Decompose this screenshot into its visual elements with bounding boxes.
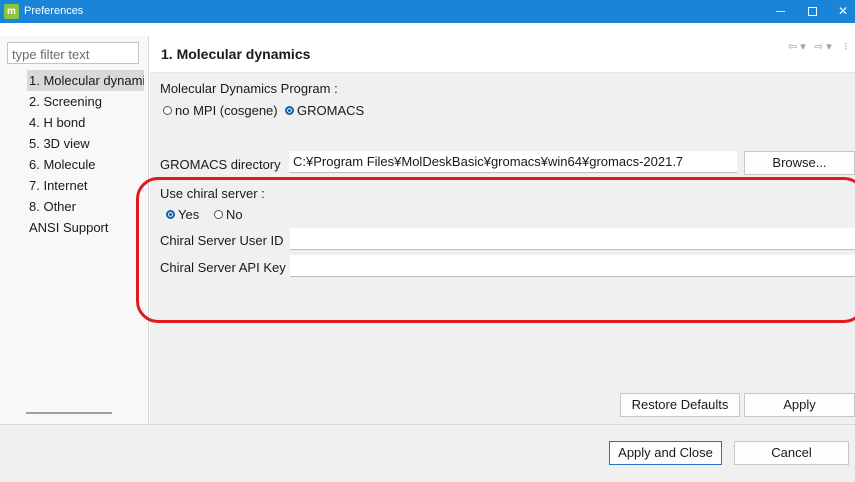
tree-item-other[interactable]: 8. Other [29, 196, 146, 217]
dialog-button-bar: Apply and Close Cancel [0, 424, 855, 482]
tree-item-h-bond[interactable]: 4. H bond [29, 112, 146, 133]
gromacs-directory-field[interactable]: C:¥Program Files¥MolDeskBasic¥gromacs¥wi… [289, 151, 737, 173]
maximize-button[interactable] [797, 0, 827, 23]
app-icon: m [4, 4, 19, 19]
tree-item-screening[interactable]: 2. Screening [29, 91, 146, 112]
back-arrow-icon[interactable]: ⇦ ▾ [788, 40, 806, 53]
radio-checked-icon [285, 106, 294, 115]
minimize-button[interactable] [765, 0, 795, 23]
apply-button[interactable]: Apply [744, 393, 855, 417]
page-header: 1. Molecular dynamics ⇦ ▾ ⇨ ▾ ⁝ [150, 36, 855, 72]
horizontal-scrollbar[interactable] [26, 412, 112, 414]
cancel-button[interactable]: Cancel [734, 441, 849, 465]
preference-tree-pane: 1. Molecular dynamics 2. Screening 4. H … [0, 36, 149, 424]
tree-item-3d-view[interactable]: 5. 3D view [29, 133, 146, 154]
filter-input[interactable] [7, 42, 139, 64]
radio-unchecked-icon [163, 106, 172, 115]
tree-item-ansi-support[interactable]: ANSI Support [29, 217, 146, 238]
radio-gromacs[interactable]: GROMACS [285, 103, 364, 118]
radio-no-mpi-label: no MPI (cosgene) [175, 103, 278, 118]
maximize-icon [807, 7, 817, 17]
tree-item-molecule[interactable]: 6. Molecule [29, 154, 146, 175]
forward-arrow-icon[interactable]: ⇨ ▾ [814, 40, 832, 53]
restore-defaults-button[interactable]: Restore Defaults [620, 393, 740, 417]
page-title: 1. Molecular dynamics [161, 46, 311, 62]
gromacs-directory-label: GROMACS directory [160, 157, 281, 172]
highlight-annotation [136, 177, 855, 323]
browse-button[interactable]: Browse... [744, 151, 855, 175]
apply-and-close-button[interactable]: Apply and Close [609, 441, 722, 465]
tree-item-molecular-dynamics[interactable]: 1. Molecular dynamics [27, 70, 144, 91]
radio-gromacs-label: GROMACS [297, 103, 365, 118]
window-title: Preferences [24, 5, 84, 17]
tree-item-internet[interactable]: 7. Internet [29, 175, 146, 196]
close-button[interactable]: ✕ [828, 0, 855, 23]
title-bar: m Preferences ✕ [0, 0, 855, 23]
close-icon: ✕ [837, 4, 849, 18]
md-program-label: Molecular Dynamics Program : [160, 81, 338, 96]
view-menu-icon[interactable]: ⁝ [844, 40, 848, 53]
header-divider [150, 72, 855, 73]
radio-no-mpi[interactable]: no MPI (cosgene) [163, 103, 278, 118]
minimize-icon [775, 11, 785, 13]
